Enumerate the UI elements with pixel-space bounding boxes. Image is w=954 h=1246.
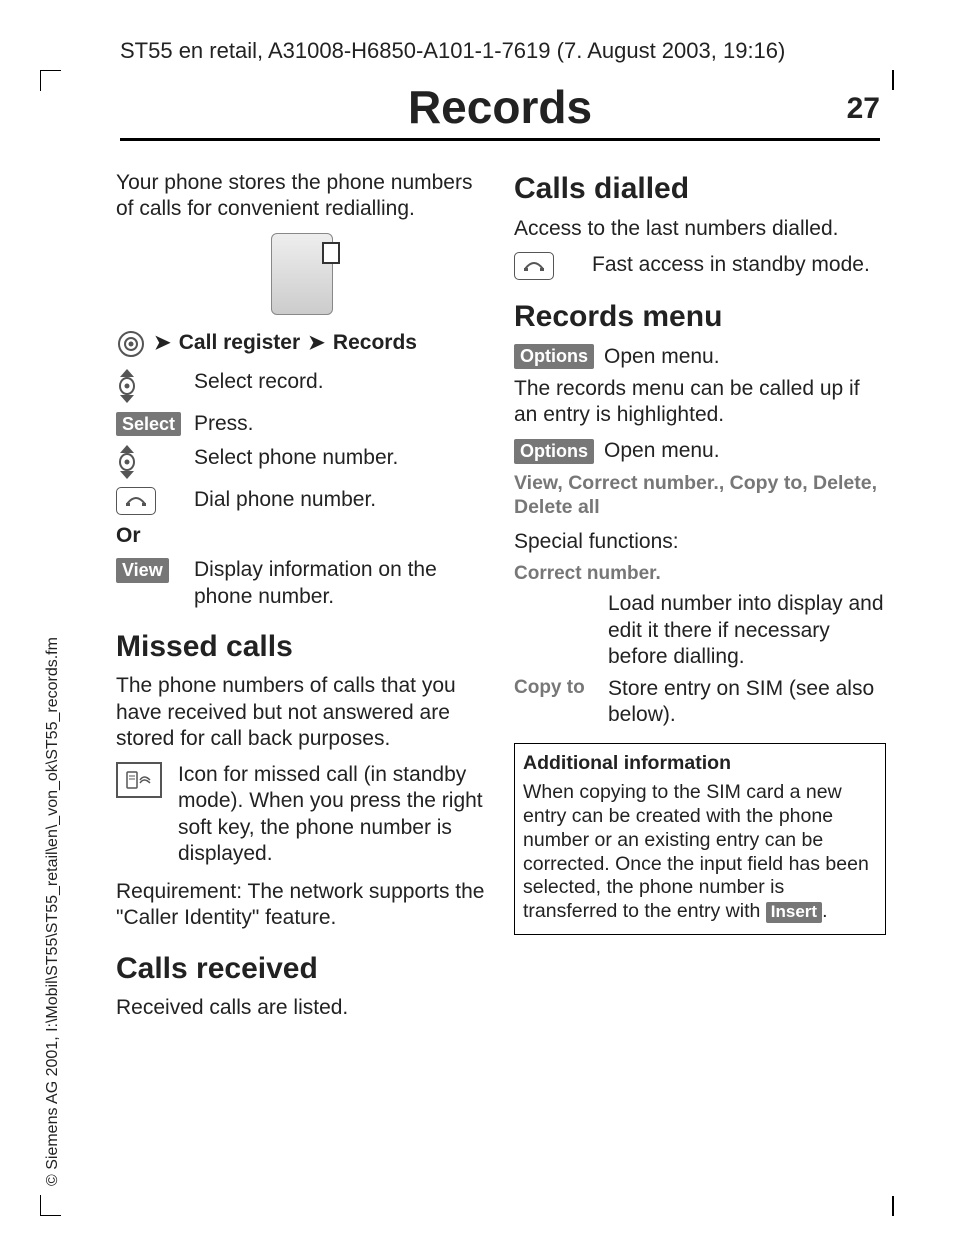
calls-received-desc: Received calls are listed. bbox=[116, 995, 488, 1021]
special-functions-heading: Special functions: bbox=[514, 529, 886, 555]
additional-info-body: When copying to the SIM card a new entry… bbox=[523, 781, 869, 922]
options-softkey-label: Options bbox=[514, 344, 594, 369]
step-select-record: Select record. bbox=[194, 369, 324, 395]
insert-softkey-label: Insert bbox=[766, 902, 822, 923]
nav-records: Records bbox=[333, 330, 417, 356]
fast-access-desc: Fast access in standby mode. bbox=[592, 252, 870, 278]
select-softkey-icon: Select bbox=[116, 411, 178, 437]
nav-path-row: ➤ Call register ➤ Records bbox=[116, 329, 488, 359]
missed-call-icon-desc: Icon for missed call (in standby mode). … bbox=[178, 762, 488, 867]
nav-call-register: Call register bbox=[179, 330, 300, 356]
right-column: Calls dialled Access to the last numbers… bbox=[514, 170, 886, 1031]
records-menu-heading: Records menu bbox=[514, 298, 886, 336]
view-softkey-icon: View bbox=[116, 557, 178, 583]
step-press: Press. bbox=[194, 411, 254, 437]
copyright-sidetext: © Siemens AG 2001, I:\Mobil\ST55\ST55_re… bbox=[44, 637, 62, 1186]
crop-mark-tr bbox=[892, 70, 894, 90]
scroll-key-icon bbox=[116, 445, 178, 479]
phone-illustration-icon bbox=[271, 233, 333, 315]
additional-info-box: Additional information When copying to t… bbox=[514, 743, 886, 935]
calls-dialled-desc: Access to the last numbers dialled. bbox=[514, 216, 886, 242]
call-key-icon bbox=[514, 252, 576, 280]
missed-calls-desc: The phone numbers of calls that you have… bbox=[116, 673, 488, 752]
correct-number-desc: Load number into display and edit it the… bbox=[608, 591, 886, 670]
options-softkey-label: Options bbox=[514, 439, 594, 464]
calls-received-heading: Calls received bbox=[116, 950, 488, 988]
arrow-icon: ➤ bbox=[308, 331, 325, 356]
arrow-icon: ➤ bbox=[154, 331, 171, 356]
additional-info-body-after: . bbox=[822, 900, 827, 922]
open-menu-text: Open menu. bbox=[604, 438, 720, 464]
copy-to-desc: Store entry on SIM (see also below). bbox=[608, 676, 886, 729]
intro-text: Your phone stores the phone numbers of c… bbox=[116, 170, 488, 223]
page-title: Records bbox=[408, 81, 592, 133]
step-dial: Dial phone number. bbox=[194, 487, 376, 513]
records-menu-desc: The records menu can be called up if an … bbox=[514, 376, 886, 429]
view-softkey-label: View bbox=[116, 558, 169, 583]
additional-info-title: Additional information bbox=[523, 752, 877, 776]
or-label: Or bbox=[116, 523, 488, 549]
crop-mark-br bbox=[892, 1196, 894, 1216]
left-column: Your phone stores the phone numbers of c… bbox=[116, 170, 488, 1031]
copy-to-label: Copy to bbox=[514, 676, 596, 729]
missed-call-icon bbox=[116, 762, 162, 798]
calls-dialled-heading: Calls dialled bbox=[514, 170, 886, 208]
header-path: ST55 en retail, A31008-H6850-A101-1-7619… bbox=[120, 38, 785, 64]
missed-requirement: Requirement: The network supports the "C… bbox=[116, 879, 488, 932]
view-description: Display information on the phone number. bbox=[194, 557, 488, 610]
select-softkey-label: Select bbox=[116, 412, 181, 437]
correct-number-label: Correct number. bbox=[514, 562, 886, 586]
call-key-icon bbox=[116, 487, 178, 515]
page-number: 27 bbox=[847, 92, 880, 126]
crop-mark-tl bbox=[40, 70, 61, 91]
missed-calls-heading: Missed calls bbox=[116, 628, 488, 666]
menu-items-list: View, Correct number., Copy to, Delete, … bbox=[514, 471, 886, 520]
crop-mark-bl bbox=[40, 1195, 61, 1216]
step-select-phone: Select phone number. bbox=[194, 445, 398, 471]
scroll-key-icon bbox=[116, 369, 178, 403]
center-key-icon bbox=[116, 329, 146, 359]
page-title-bar: Records 27 bbox=[120, 80, 880, 141]
open-menu-text: Open menu. bbox=[604, 344, 720, 370]
